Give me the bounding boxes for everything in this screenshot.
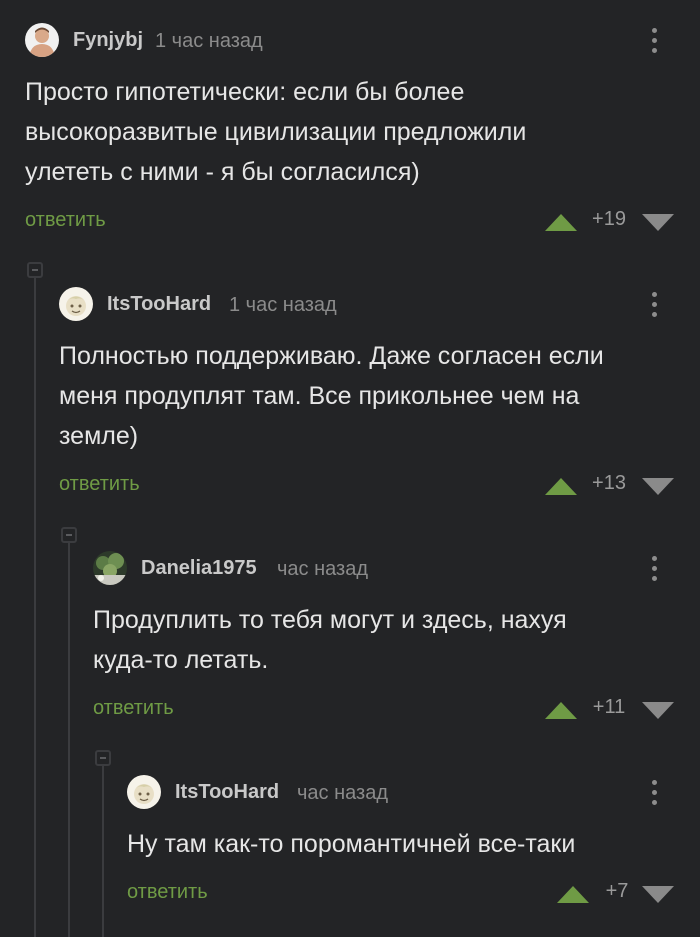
comment: Danelia1975 час назад Продуплить то тебя… (93, 548, 700, 730)
comment-score: +11 (592, 696, 626, 718)
comment: Fynjybj 1 час назад Просто гипотетически… (25, 20, 700, 242)
comment-text-line: Просто гипотетически: если бы более (25, 78, 465, 106)
comment: ItsTooHard 1 час назад Полностью поддерж… (59, 284, 700, 506)
downvote-icon[interactable] (642, 886, 674, 903)
comment-text-line: Полностью поддерживаю. Даже согласен есл… (59, 342, 604, 370)
downvote-icon[interactable] (642, 478, 674, 495)
comment-text-line: высокоразвитые цивилизации предложили (25, 118, 527, 146)
comment-score: +7 (605, 880, 629, 902)
landscape-avatar[interactable] (93, 551, 127, 585)
comment-footer: ответить +19 (25, 202, 700, 242)
reply-link[interactable]: ответить (59, 473, 140, 496)
comment-text-line: меня продуплят там. Все прикольнее чем н… (59, 382, 580, 410)
comment-time: 1 час назад (229, 294, 337, 316)
reply-link[interactable]: ответить (25, 209, 106, 232)
comment-header: Fynjybj 1 час назад (25, 20, 700, 60)
thread-branch-line (102, 766, 104, 937)
comment-text: Просто гипотетически: если бы более высо… (25, 72, 700, 192)
downvote-icon[interactable] (642, 702, 674, 719)
comment-footer: ответить +13 (59, 466, 700, 506)
comment-header: ItsTooHard 1 час назад (59, 284, 700, 324)
comment-score: +19 (592, 208, 626, 230)
more-options-icon[interactable] (636, 22, 672, 58)
comment-author[interactable]: Danelia1975 (141, 557, 257, 580)
comment-text-line: Ну там как-то поромантичней все-таки (127, 830, 576, 858)
comment-text-line: улететь с ними - я бы согласился) (25, 158, 420, 186)
comment-author[interactable]: Fynjybj (73, 29, 143, 52)
comment-text-line: земле) (59, 422, 139, 450)
comment-author[interactable]: ItsTooHard (107, 293, 211, 316)
upvote-icon[interactable] (545, 478, 577, 495)
comment-text: Продуплить то тебя могут и здесь, нахуя … (93, 600, 700, 680)
comment-time: 1 час назад (155, 30, 263, 52)
collapse-thread-button[interactable] (27, 262, 43, 278)
comment: ItsTooHard час назад Ну там как-то пором… (127, 772, 700, 914)
downvote-icon[interactable] (642, 214, 674, 231)
comment-text-line: куда-то летать. (93, 646, 269, 674)
upvote-icon[interactable] (545, 214, 577, 231)
comment-time: час назад (297, 782, 389, 804)
collapse-thread-button[interactable] (61, 527, 77, 543)
cartoon-avatar[interactable] (59, 287, 93, 321)
comment-text: Ну там как-то поромантичней все-таки (127, 824, 700, 864)
comment-time: час назад (277, 558, 369, 580)
comment-footer: ответить +7 (127, 874, 700, 914)
reply-link[interactable]: ответить (127, 881, 208, 904)
more-options-icon[interactable] (636, 286, 672, 322)
upvote-icon[interactable] (557, 886, 589, 903)
upvote-icon[interactable] (545, 702, 577, 719)
cartoon-avatar[interactable] (127, 775, 161, 809)
comment-text: Полностью поддерживаю. Даже согласен есл… (59, 336, 700, 456)
more-options-icon[interactable] (636, 774, 672, 810)
comment-header: Danelia1975 час назад (93, 548, 700, 588)
user-photo-avatar[interactable] (25, 23, 59, 57)
reply-link[interactable]: ответить (93, 697, 174, 720)
comment-text-line: Продуплить то тебя могут и здесь, нахуя (93, 606, 567, 634)
comment-header: ItsTooHard час назад (127, 772, 700, 812)
collapse-thread-button[interactable] (95, 750, 111, 766)
thread-branch-line (34, 278, 36, 937)
comment-score: +13 (592, 472, 626, 494)
more-options-icon[interactable] (636, 550, 672, 586)
comment-footer: ответить +11 (93, 690, 700, 730)
thread-branch-line (68, 543, 70, 937)
comment-author[interactable]: ItsTooHard (175, 781, 279, 804)
